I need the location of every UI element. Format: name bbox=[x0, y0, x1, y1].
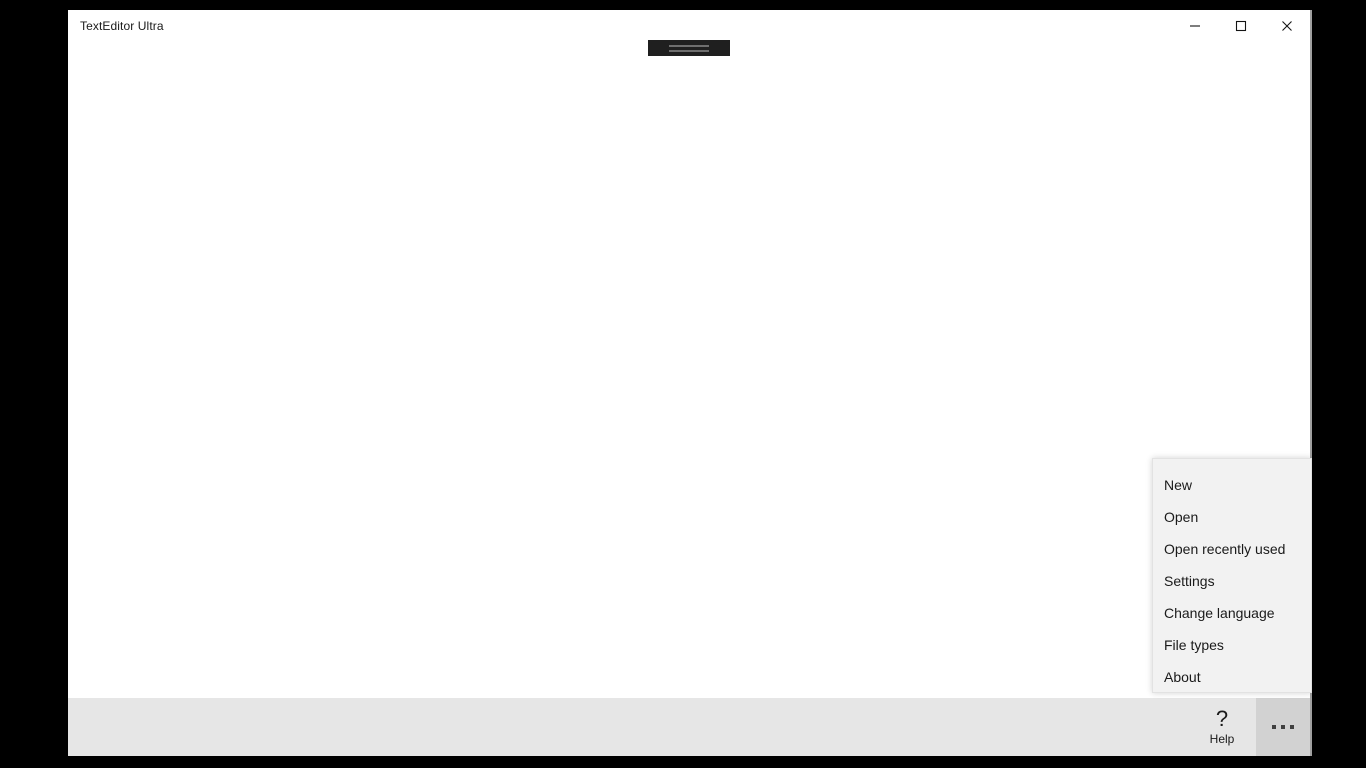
menu-item-file-types[interactable]: File types bbox=[1153, 629, 1311, 661]
menu-item-label: About bbox=[1164, 669, 1201, 685]
letterbox-bottom bbox=[0, 756, 1366, 768]
title-bar[interactable]: TextEditor Ultra bbox=[68, 10, 1310, 42]
ellipsis-dot bbox=[1290, 725, 1294, 729]
letterbox-left bbox=[0, 0, 68, 768]
letterbox-right bbox=[1314, 0, 1366, 768]
menu-item-label: Change language bbox=[1164, 605, 1275, 621]
close-icon bbox=[1281, 20, 1293, 32]
menu-item-label: Open bbox=[1164, 509, 1199, 525]
menu-item-open-recently-used[interactable]: Open recently used bbox=[1153, 533, 1311, 565]
menu-item-open[interactable]: Open bbox=[1153, 501, 1311, 533]
menu-item-label: New bbox=[1164, 477, 1193, 493]
menu-item-about[interactable]: About bbox=[1153, 661, 1311, 693]
menu-item-settings[interactable]: Settings bbox=[1153, 565, 1311, 597]
maximize-button[interactable] bbox=[1218, 10, 1264, 42]
chip-line-icon bbox=[669, 49, 709, 52]
question-mark-icon: ? bbox=[1215, 706, 1229, 731]
screen-root: TextEditor Ultra ? Help New Open Open re… bbox=[0, 0, 1366, 768]
application-window: TextEditor Ultra ? Help New Open Open re… bbox=[68, 10, 1312, 756]
window-title: TextEditor Ultra bbox=[80, 19, 164, 33]
maximize-icon bbox=[1235, 20, 1247, 32]
menu-item-new[interactable]: New bbox=[1153, 469, 1311, 501]
window-controls bbox=[1172, 10, 1310, 42]
content-area bbox=[68, 42, 1310, 698]
minimize-button[interactable] bbox=[1172, 10, 1218, 42]
chip-line-icon bbox=[669, 44, 709, 47]
drag-handle-chip[interactable] bbox=[648, 40, 730, 56]
overflow-menu: New Open Open recently used Settings Cha… bbox=[1152, 458, 1312, 693]
close-button[interactable] bbox=[1264, 10, 1310, 42]
minimize-icon bbox=[1189, 20, 1201, 32]
ellipsis-dot bbox=[1272, 725, 1276, 729]
more-options-button[interactable] bbox=[1256, 698, 1310, 756]
menu-item-change-language[interactable]: Change language bbox=[1153, 597, 1311, 629]
menu-item-label: Settings bbox=[1164, 573, 1215, 589]
menu-item-label: Open recently used bbox=[1164, 541, 1286, 557]
ellipsis-icon bbox=[1272, 725, 1294, 729]
help-button-label: Help bbox=[1209, 732, 1235, 746]
command-bar: ? Help See mo bbox=[68, 698, 1310, 756]
ellipsis-dot bbox=[1281, 725, 1285, 729]
help-button[interactable]: ? Help bbox=[1188, 698, 1256, 756]
document-editor[interactable] bbox=[68, 42, 1310, 698]
menu-item-label: File types bbox=[1164, 637, 1224, 653]
letterbox-top bbox=[0, 0, 1366, 10]
command-bar-spacer bbox=[68, 698, 1188, 756]
